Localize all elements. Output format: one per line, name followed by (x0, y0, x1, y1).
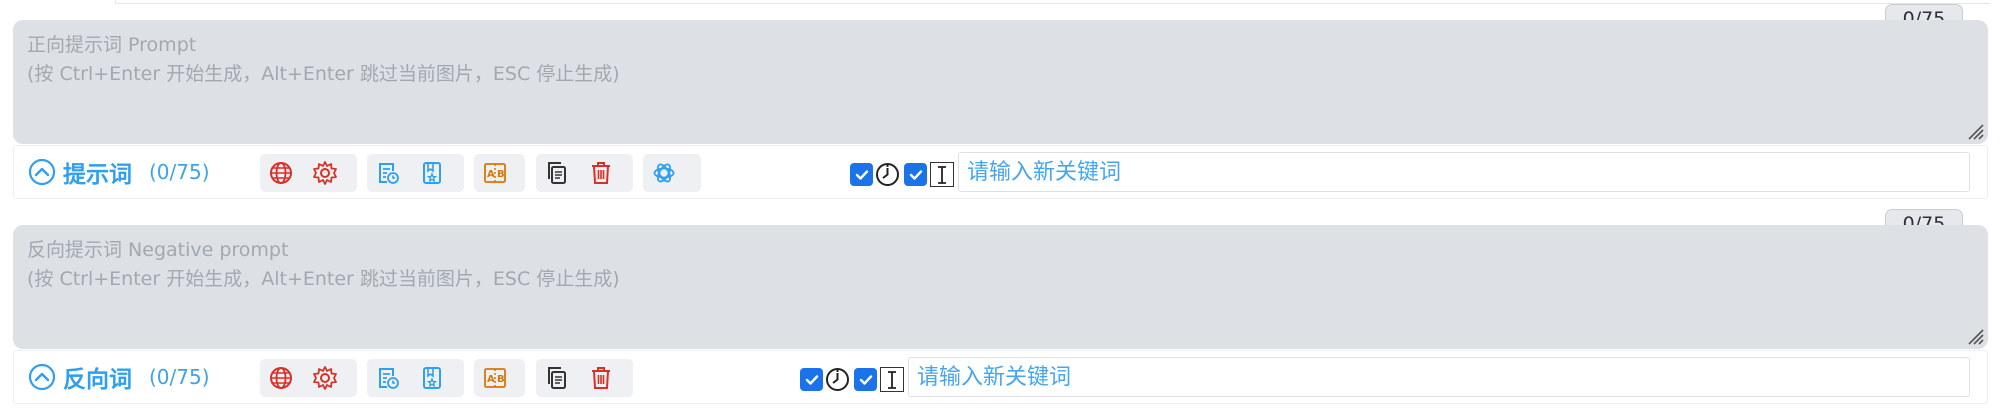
positive-prompt-input[interactable] (13, 20, 1988, 144)
translate-icon[interactable]: AB (481, 364, 509, 392)
negative-keyword-input[interactable] (909, 358, 1969, 396)
positive-count: (0/75) (149, 160, 210, 184)
negative-title: 反向词 (63, 367, 132, 393)
resize-handle-icon[interactable] (1964, 325, 1984, 345)
positive-title: 提示词 (63, 162, 132, 188)
text-cursor-icon[interactable] (880, 367, 904, 392)
auto-checkbox[interactable] (850, 163, 873, 186)
positive-group-history (367, 154, 464, 192)
trash-icon[interactable] (587, 364, 615, 392)
bookmark-icon[interactable] (418, 159, 446, 187)
positive-group-lang (260, 154, 357, 192)
positive-group-edit (536, 154, 633, 192)
svg-text:B: B (497, 374, 505, 385)
text-cursor-icon[interactable] (930, 162, 954, 187)
negative-count: (0/75) (149, 365, 210, 389)
cursor-checkbox[interactable] (904, 163, 927, 186)
auto-checkbox[interactable] (800, 368, 823, 391)
negative-toggle[interactable]: 反向词 (0/75) (28, 360, 210, 394)
chevron-up-icon (28, 158, 56, 186)
negative-prompt-area[interactable] (13, 225, 1988, 349)
negative-group-translate: AB (474, 359, 525, 397)
cursor-checkbox[interactable] (854, 368, 877, 391)
clock-icon[interactable] (875, 162, 900, 187)
copy-icon[interactable] (543, 364, 571, 392)
gear-icon[interactable] (311, 364, 339, 392)
positive-prompt-area[interactable] (13, 20, 1988, 144)
positive-toggle[interactable]: 提示词 (0/75) (28, 155, 210, 189)
resize-handle-icon[interactable] (1964, 120, 1984, 140)
copy-icon[interactable] (543, 159, 571, 187)
openai-icon[interactable] (650, 159, 678, 187)
history-icon[interactable] (374, 159, 402, 187)
negative-group-edit (536, 359, 633, 397)
svg-text:A: A (487, 169, 495, 180)
chevron-up-icon (28, 363, 56, 391)
positive-toolbar: 提示词 (0/75) AB (13, 145, 1988, 199)
svg-text:A: A (487, 374, 495, 385)
svg-text:B: B (497, 169, 505, 180)
globe-icon[interactable] (267, 159, 295, 187)
negative-toolbar: 反向词 (0/75) AB (13, 350, 1988, 404)
gear-icon[interactable] (311, 159, 339, 187)
trash-icon[interactable] (587, 159, 615, 187)
bookmark-icon[interactable] (418, 364, 446, 392)
translate-icon[interactable]: AB (481, 159, 509, 187)
positive-group-ai (643, 154, 701, 192)
clock-icon[interactable] (825, 367, 850, 392)
negative-prompt-input[interactable] (13, 225, 1988, 349)
negative-keyword-field[interactable] (908, 357, 1970, 397)
positive-keyword-field[interactable] (958, 152, 1970, 192)
negative-group-lang (260, 359, 357, 397)
history-icon[interactable] (374, 364, 402, 392)
positive-group-translate: AB (474, 154, 525, 192)
top-divider (115, 0, 1990, 4)
positive-keyword-input[interactable] (959, 153, 1969, 191)
negative-group-history (367, 359, 464, 397)
globe-icon[interactable] (267, 364, 295, 392)
